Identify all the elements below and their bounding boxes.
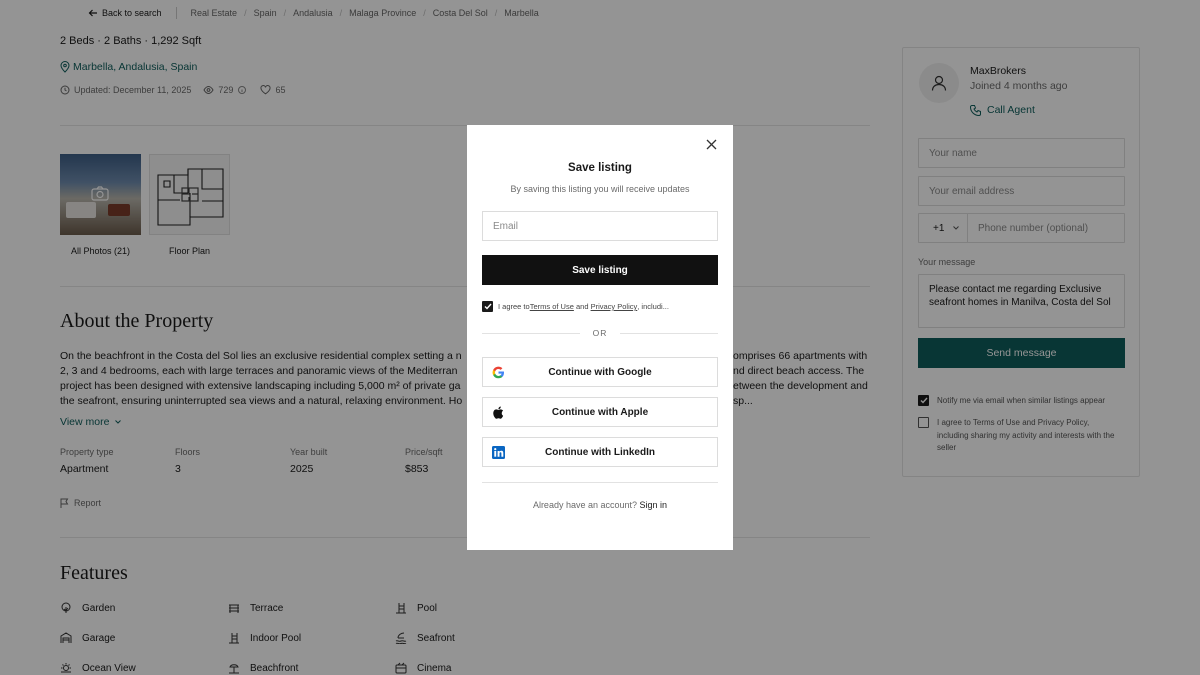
- linkedin-icon: [492, 446, 505, 459]
- close-icon[interactable]: [706, 139, 717, 150]
- apple-icon: [493, 406, 504, 419]
- save-listing-button[interactable]: Save listing: [482, 255, 718, 285]
- continue-with-linkedin-button[interactable]: Continue with LinkedIn: [482, 437, 718, 467]
- google-icon: [492, 366, 504, 379]
- sign-in-link[interactable]: Sign in: [640, 500, 668, 510]
- modal-agree-row: I agree to Terms of Use and Privacy Poli…: [482, 301, 669, 312]
- privacy-link[interactable]: Privacy Policy: [591, 302, 638, 311]
- divider: [482, 333, 580, 334]
- divider: [620, 333, 718, 334]
- sign-in-row: Already have an account? Sign in: [532, 500, 668, 510]
- modal-title: Save listing: [568, 162, 632, 174]
- save-listing-modal: Save listing By saving this listing you …: [467, 125, 733, 550]
- modal-email-input[interactable]: Email: [482, 211, 718, 241]
- modal-agree-checkbox[interactable]: [482, 301, 493, 312]
- divider: [482, 482, 718, 483]
- modal-subtitle: By saving this listing you will receive …: [510, 184, 690, 194]
- continue-with-apple-button[interactable]: Continue with Apple: [482, 397, 718, 427]
- continue-with-google-button[interactable]: Continue with Google: [482, 357, 718, 387]
- or-separator: OR: [592, 328, 608, 338]
- terms-link[interactable]: Terms of Use: [530, 302, 574, 311]
- check-icon: [484, 303, 492, 310]
